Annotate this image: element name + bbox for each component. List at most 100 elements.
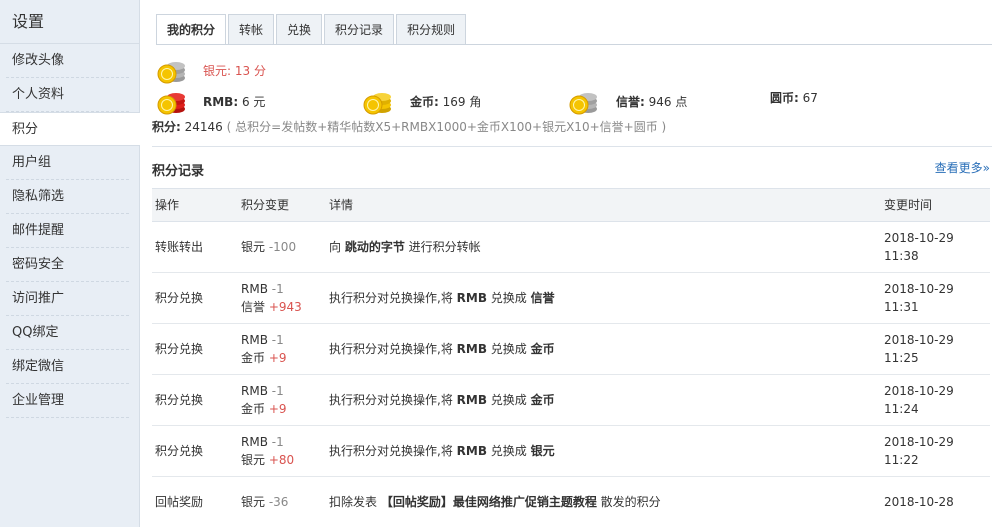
detail-text: 兑换成 xyxy=(486,342,531,356)
detail-from: RMB xyxy=(456,393,487,407)
row-date: 2018-10-29 xyxy=(884,333,954,347)
row-time: 2018-10-29 11:38 xyxy=(884,229,990,265)
detail-from: RMB xyxy=(456,291,487,305)
detail-to: 银元 xyxy=(530,444,555,458)
sidebar-item-email[interactable]: 邮件提醒 xyxy=(0,214,139,248)
detail-to: 金币 xyxy=(530,393,555,407)
tab-my-credits[interactable]: 我的积分 xyxy=(156,14,227,45)
change-currency: 银元 xyxy=(241,495,266,509)
detail-text: 进行积分转帐 xyxy=(404,240,481,254)
tab-exchange[interactable]: 兑换 xyxy=(276,14,323,45)
change-amount: +9 xyxy=(268,351,287,365)
sidebar-item-enterprise[interactable]: 企业管理 xyxy=(0,384,139,418)
view-more-link[interactable]: 查看更多» xyxy=(935,159,990,176)
row-time: 2018-10-29 11:25 xyxy=(884,331,990,367)
sidebar-item-password[interactable]: 密码安全 xyxy=(0,248,139,282)
row-clock: 11:25 xyxy=(884,351,919,365)
credit-log-table: 操作 积分变更 详情 变更时间 转账转出 银元 -100 向 跳动的字节 进行积… xyxy=(152,188,990,527)
sidebar-item-privacy[interactable]: 隐私筛选 xyxy=(0,180,139,214)
change-amount: -1 xyxy=(271,384,284,398)
sidebar-item-avatar[interactable]: 修改头像 xyxy=(0,44,139,78)
detail-from: RMB xyxy=(456,444,487,458)
change-amount: -36 xyxy=(268,495,289,509)
sidebar-item-qq[interactable]: QQ绑定 xyxy=(0,316,139,350)
credit-log-title: 积分记录 xyxy=(152,164,205,179)
detail-from: RMB xyxy=(456,342,487,356)
tab-credit-log[interactable]: 积分记录 xyxy=(324,14,395,45)
change-currency: 银元 xyxy=(241,240,266,254)
tab-transfer[interactable]: 转帐 xyxy=(228,14,275,45)
row-time: 2018-10-28 xyxy=(884,493,990,511)
change-currency: RMB xyxy=(241,333,268,347)
sidebar-item-profile[interactable]: 个人资料 xyxy=(0,78,139,112)
change-currency: 银元 xyxy=(241,453,266,467)
detail-text: 兑换成 xyxy=(486,444,531,458)
detail-text: 兑换成 xyxy=(486,393,531,407)
row-change: RMB -1 金币 +9 xyxy=(241,382,329,418)
change-amount: -1 xyxy=(271,333,284,347)
reputation-coin-icon xyxy=(569,93,597,115)
row-date: 2018-10-28 xyxy=(884,495,954,509)
change-amount: -1 xyxy=(271,282,284,296)
row-change: 银元 -100 xyxy=(241,238,329,256)
header-change: 积分变更 xyxy=(241,198,290,212)
detail-thread-link[interactable]: 【回帖奖励】最佳网络推广促销主题教程 xyxy=(381,495,597,509)
sidebar-item-usergroup[interactable]: 用户组 xyxy=(0,146,139,180)
row-op: 积分兑换 xyxy=(155,393,204,407)
row-time: 2018-10-29 11:31 xyxy=(884,280,990,316)
sidebar-item-credits[interactable]: 积分 xyxy=(0,112,140,146)
total-credit-label: 积分: xyxy=(152,120,181,134)
tab-credit-rules[interactable]: 积分规则 xyxy=(396,14,467,45)
total-credit: 积分: 24146 ( 总积分=发帖数+精华帖数X5+RMBX1000+金币X1… xyxy=(152,118,666,135)
row-detail: 向 跳动的字节 进行积分转帐 xyxy=(329,238,884,256)
tabs-divider xyxy=(156,44,992,45)
row-change: RMB -1 银元 +80 xyxy=(241,433,329,469)
sidebar-item-wechat[interactable]: 绑定微信 xyxy=(0,350,139,384)
reputation-credit: 信誉: 946 点 xyxy=(616,93,687,110)
row-detail: 扣除发表 【回帖奖励】最佳网络推广促销主题教程 散发的积分 xyxy=(329,493,884,511)
row-op: 积分兑换 xyxy=(155,444,204,458)
detail-user[interactable]: 跳动的字节 xyxy=(345,240,405,254)
total-credit-formula: ( 总积分=发帖数+精华帖数X5+RMBX1000+金币X100+银元X10+信… xyxy=(226,120,667,134)
detail-to: 信誉 xyxy=(530,291,555,305)
detail-text: 执行积分对兑换操作,将 xyxy=(329,444,457,458)
row-detail: 执行积分对兑换操作,将 RMB 兑换成 金币 xyxy=(329,391,884,409)
row-clock: 11:22 xyxy=(884,453,919,467)
gold-credit-value: 169 角 xyxy=(442,95,482,109)
rmb-credit-value: 6 元 xyxy=(241,95,266,109)
sidebar-item-promotion[interactable]: 访问推广 xyxy=(0,282,139,316)
change-currency: 金币 xyxy=(241,402,266,416)
row-op: 积分兑换 xyxy=(155,291,204,305)
rmb-credit: RMB: 6 元 xyxy=(203,93,265,110)
silver-credit-value: 13 分 xyxy=(234,64,266,78)
row-clock: 11:24 xyxy=(884,402,919,416)
detail-text: 执行积分对兑换操作,将 xyxy=(329,393,457,407)
row-time: 2018-10-29 11:24 xyxy=(884,382,990,418)
row-detail: 执行积分对兑换操作,将 RMB 兑换成 银元 xyxy=(329,442,884,460)
total-credit-value: 24146 xyxy=(184,120,223,134)
row-op: 回帖奖励 xyxy=(155,495,204,509)
reputation-credit-value: 946 点 xyxy=(648,95,688,109)
gold-credit-label: 金币: xyxy=(410,95,439,109)
tab-bar: 我的积分 转帐 兑换 积分记录 积分规则 xyxy=(156,14,468,45)
change-currency: RMB xyxy=(241,435,268,449)
table-row: 积分兑换 RMB -1 金币 +9 执行积分对兑换操作,将 RMB 兑换成 金币… xyxy=(152,375,990,426)
row-detail: 执行积分对兑换操作,将 RMB 兑换成 信誉 xyxy=(329,289,884,307)
header-time: 变更时间 xyxy=(884,198,933,212)
detail-text: 执行积分对兑换操作,将 xyxy=(329,291,457,305)
yuan-credit-label: 圆币: xyxy=(770,91,799,105)
table-header: 操作 积分变更 详情 变更时间 xyxy=(152,188,990,222)
table-row: 积分兑换 RMB -1 金币 +9 执行积分对兑换操作,将 RMB 兑换成 金币… xyxy=(152,324,990,375)
change-amount: -1 xyxy=(271,435,284,449)
main-content: 我的积分 转帐 兑换 积分记录 积分规则 银元: 13 分 RMB: 6 元 金… xyxy=(152,0,992,527)
gold-coin-icon xyxy=(363,93,391,115)
change-currency: RMB xyxy=(241,282,268,296)
change-amount: -100 xyxy=(268,240,297,254)
detail-to: 金币 xyxy=(530,342,555,356)
change-amount: +943 xyxy=(268,300,302,314)
row-clock: 11:31 xyxy=(884,300,919,314)
table-row: 积分兑换 RMB -1 银元 +80 执行积分对兑换操作,将 RMB 兑换成 银… xyxy=(152,426,990,477)
detail-text: 扣除发表 xyxy=(329,495,381,509)
row-op: 积分兑换 xyxy=(155,342,204,356)
rmb-credit-label: RMB: xyxy=(203,95,239,109)
